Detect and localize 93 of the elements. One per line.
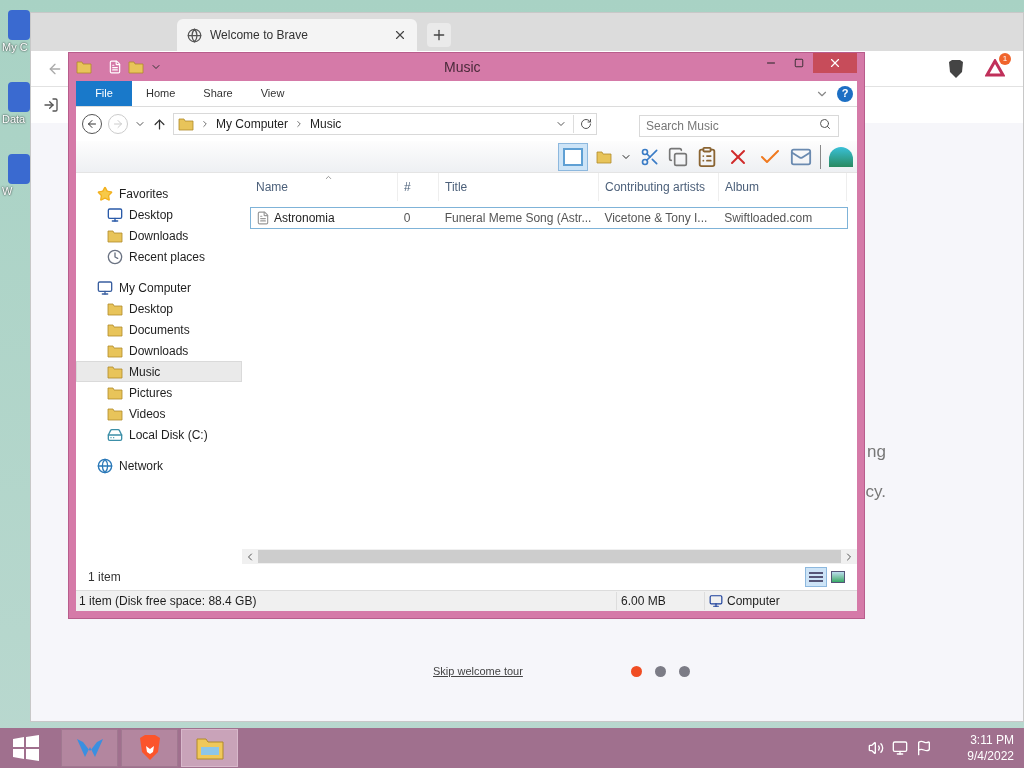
network-icon	[97, 457, 113, 474]
triangle-icon[interactable]	[985, 58, 1005, 77]
nav-item[interactable]: Network	[76, 455, 242, 476]
preview-pane-icon[interactable]	[558, 142, 588, 171]
status-location: Computer	[727, 593, 780, 610]
computer-icon	[709, 594, 723, 608]
folder-icon	[178, 116, 194, 132]
nav-item[interactable]: Documents	[76, 319, 242, 340]
up-icon[interactable]	[152, 116, 167, 132]
folder-icon	[107, 363, 123, 380]
flag-icon[interactable]	[916, 740, 932, 756]
star-icon	[97, 185, 113, 202]
file-tab[interactable]: File	[76, 81, 132, 106]
clock-icon	[107, 248, 123, 265]
volume-icon[interactable]	[868, 740, 884, 756]
separator-icon[interactable]	[200, 119, 210, 129]
nav-item[interactable]: Pictures	[76, 382, 242, 403]
folder-icon	[107, 405, 123, 422]
table-cell-text: Swiftloaded.com	[724, 210, 813, 227]
nav-item[interactable]: Local Disk (C:)	[76, 424, 242, 445]
item-count: 1 item	[88, 569, 121, 586]
table-cell-text: Vicetone & Tony I...	[604, 210, 708, 227]
scissors-icon[interactable]	[640, 146, 660, 167]
folder-icon	[194, 735, 225, 761]
computer-icon	[97, 279, 113, 296]
sort-caret-icon	[324, 173, 333, 182]
copy-icon[interactable]	[668, 146, 688, 167]
nav-item[interactable]: Music	[76, 361, 242, 382]
clock[interactable]: 3:11 PM 9/4/2022	[954, 732, 1014, 764]
notification-badge: 1	[999, 52, 1011, 65]
folder-icon	[107, 300, 123, 317]
plus-icon	[431, 27, 447, 43]
column-header[interactable]: Name	[250, 173, 398, 201]
help-button[interactable]: ?	[837, 85, 853, 102]
folder-icon	[107, 342, 123, 359]
nav-item[interactable]: Recent places	[76, 246, 242, 267]
folder-icon	[107, 384, 123, 401]
properties-icon[interactable]	[108, 60, 122, 74]
column-header[interactable]: #	[398, 173, 439, 201]
table-cell-text: Funeral Meme Song (Astr...	[444, 210, 592, 227]
welcome-text: ng	[867, 441, 886, 463]
refresh-icon[interactable]	[580, 118, 592, 130]
table-cell-text: 0	[403, 210, 411, 227]
column-header[interactable]: Contributing artists	[599, 173, 719, 201]
back-icon	[86, 118, 98, 130]
new-tab-button[interactable]	[427, 23, 451, 47]
file-icon	[256, 211, 270, 225]
ribbon-tab[interactable]: Share	[189, 81, 247, 106]
nav-item[interactable]: Desktop	[76, 204, 242, 225]
network-icon[interactable]	[892, 740, 908, 756]
browser-tab[interactable]: Welcome to Brave	[177, 19, 417, 51]
close-button[interactable]	[813, 53, 857, 73]
nav-item[interactable]: Downloads	[76, 225, 242, 246]
nav-item[interactable]: Favorites	[76, 183, 242, 204]
shell-icon[interactable]	[829, 146, 853, 167]
close-icon	[828, 56, 842, 70]
globe-icon	[187, 27, 202, 43]
folder-icon	[76, 59, 92, 75]
address-bar[interactable]: My Computer Music	[173, 113, 597, 135]
monitor-icon	[107, 206, 123, 223]
search-icon[interactable]	[819, 118, 831, 130]
nav-item[interactable]: My Computer	[76, 277, 242, 298]
import-icon[interactable]	[43, 97, 59, 113]
breadcrumb-item[interactable]: Music	[310, 115, 342, 133]
file-row[interactable]: Astronomia 0 Funeral Meme Song (Astr... Vicetone & Tony I... Swiftloaded.com	[250, 207, 848, 229]
folder-icon	[596, 148, 612, 165]
welcome-text: cy.	[865, 480, 886, 503]
folder-icon	[107, 321, 123, 338]
close-icon[interactable]	[393, 28, 407, 42]
window-title: Music	[444, 57, 481, 77]
windows-logo-icon[interactable]	[12, 735, 40, 761]
nav-item[interactable]: Desktop	[76, 298, 242, 319]
nav-item[interactable]: Videos	[76, 403, 242, 424]
skip-tour-link[interactable]: Skip welcome tour	[433, 662, 523, 680]
table-cell-text: Astronomia	[274, 210, 335, 227]
status-size: 6.00 MB	[616, 592, 704, 610]
ribbon-tab[interactable]: Home	[132, 81, 190, 106]
status-summary: 1 item (Disk free space: 88.4 GB)	[78, 593, 258, 610]
maximize-icon	[794, 58, 804, 68]
search-field[interactable]: Search Music	[639, 115, 839, 137]
details-view-icon[interactable]	[805, 567, 827, 587]
clipboard-icon[interactable]	[696, 145, 718, 168]
folder-icon	[128, 59, 144, 75]
ribbon-tab[interactable]: View	[246, 81, 299, 106]
nav-item[interactable]: Downloads	[76, 340, 242, 361]
tab-title: Welcome to Brave	[210, 27, 309, 44]
folder-icon	[107, 227, 123, 244]
column-header[interactable]: Album	[719, 173, 847, 201]
breadcrumb-item[interactable]: My Computer	[216, 115, 289, 133]
column-header[interactable]: Title	[439, 173, 599, 201]
horizontal-scrollbar[interactable]	[242, 549, 857, 564]
picture-view-icon[interactable]	[831, 571, 845, 583]
forward-icon	[112, 118, 124, 130]
